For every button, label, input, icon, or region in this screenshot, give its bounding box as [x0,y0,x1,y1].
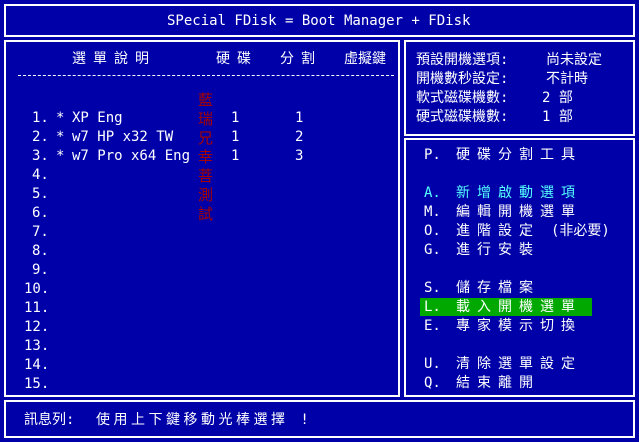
menu-item-suffix: (非必要) [551,223,610,239]
entry-number: 13. [24,338,50,354]
entry-partition: 3 [295,148,304,164]
entry-name: XP Eng [72,110,123,126]
menu-item-label: 載入開機選單 [456,299,582,315]
setting-label: 硬式磁碟機數: [416,109,509,125]
overlay-char: 兄 [198,129,214,147]
menu-item-key: P. [424,147,441,163]
app-title: SPecial FDisk = Boot Manager + FDisk [167,13,471,29]
entry-marker: * [56,148,65,164]
entry-number: 5. [32,186,49,202]
entry-number: 10. [24,281,50,297]
menu-item-key: S. [424,280,441,296]
menu-item-key: L. [424,299,441,315]
entry-name: w7 Pro x64 Eng [72,148,191,164]
entry-marker: * [56,110,65,126]
menu-item-label: 進行安裝 [456,242,540,258]
status-message: 使用上下鍵移動光棒選擇 ! [96,412,313,428]
menu-item-key: M. [424,204,441,220]
entry-marker: * [56,129,65,145]
entry-number: 14. [24,357,50,373]
menu-item-label: 硬碟分割工具 [456,147,582,163]
menu-item-label: 儲存檔案 [456,280,540,296]
menu-item-label: 專家模示切換 [456,318,582,334]
entry-number: 8. [32,243,49,259]
setting-label: 軟式磁碟機數: [416,90,509,106]
entry-disk: 1 [231,129,240,145]
header-hotkey: 虛擬鍵 [344,51,386,67]
overlay-char: 藍 [198,91,214,109]
entry-partition: 2 [295,129,304,145]
status-label: 訊息列: [24,412,75,428]
header-part: 分割 [280,51,322,67]
overlay-char: 幸 [198,148,214,166]
menu-item-label: 新增啟動選項 [456,185,582,201]
entry-number: 11. [24,300,50,316]
header-disk: 硬碟 [216,51,258,67]
setting-label: 開機數秒設定: [416,71,509,87]
header-desc: 選單說明 [72,51,156,67]
menu-item-key: O. [424,223,441,239]
entry-disk: 1 [231,148,240,164]
menu-item-label: 進階設定 [456,223,540,239]
setting-value: 尚未設定 [546,52,602,68]
entry-partition: 1 [295,110,304,126]
overlay-char: 測 [198,186,214,204]
overlay-char: 試 [198,205,214,223]
entry-number: 9. [32,262,49,278]
entry-number: 7. [32,224,49,240]
header-divider [18,75,394,76]
setting-value: 1 部 [542,109,573,125]
menu-item-label: 編輯開機選單 [456,204,582,220]
entry-number: 12. [24,319,50,335]
entry-number: 2. [32,129,49,145]
entry-disk: 1 [231,110,240,126]
entry-number: 15. [24,376,50,392]
entry-name: w7 HP x32 TW [72,129,174,145]
setting-value: 不計時 [546,71,588,87]
menu-item-key: A. [424,185,441,201]
entry-number: 4. [32,167,49,183]
overlay-char: 菩 [198,167,214,185]
setting-label: 預設開機選項: [416,52,509,68]
entry-number: 3. [32,148,49,164]
menu-item-key: E. [424,318,441,334]
menu-item-key: U. [424,356,441,372]
menu-item-label: 清除選單設定 [456,356,582,372]
entry-number: 1. [32,110,49,126]
setting-value: 2 部 [542,90,573,106]
menu-item-key: G. [424,242,441,258]
menu-item-key: Q. [424,375,441,391]
menu-item-label: 結束離開 [456,375,540,391]
overlay-char: 瑞 [198,110,214,128]
entry-number: 6. [32,205,49,221]
